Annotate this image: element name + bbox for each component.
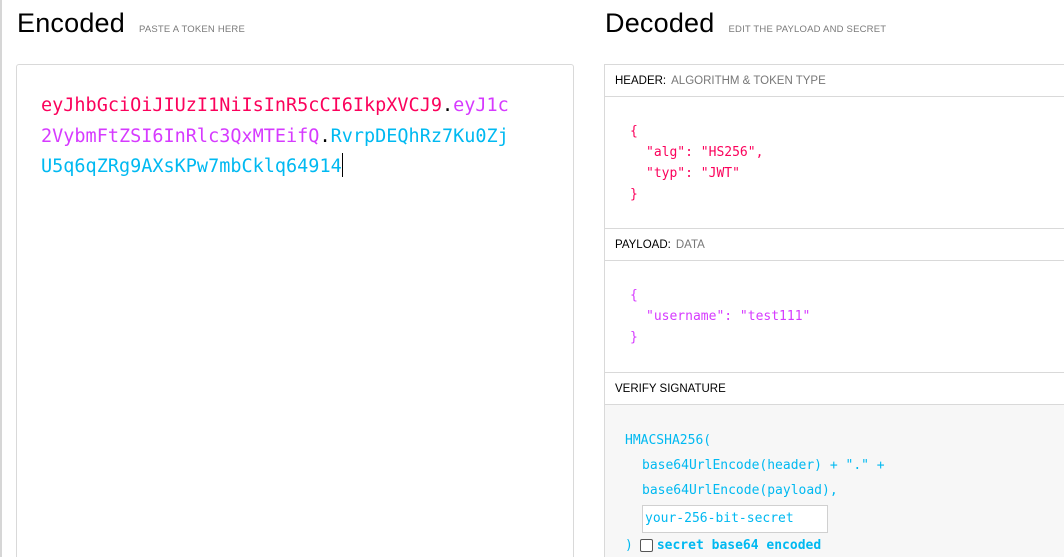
- header-open-brace: {: [630, 124, 638, 139]
- decoded-title-row: Decoded EDIT THE PAYLOAD AND SECRET: [605, 8, 886, 39]
- base64-checkbox[interactable]: [639, 539, 653, 552]
- encoded-subtitle: PASTE A TOKEN HERE: [139, 24, 246, 35]
- header-sublabel: ALGORITHM & TOKEN TYPE: [671, 74, 826, 87]
- decoded-panel: HEADER: ALGORITHM & TOKEN TYPE { "alg": …: [604, 64, 1064, 557]
- token-dot-2: .: [319, 125, 331, 147]
- token-header-part: eyJhbGciOiJIUzI1NiIsInR5cCI6IkpXVCJ9: [41, 95, 442, 116]
- decoded-subtitle: EDIT THE PAYLOAD AND SECRET: [728, 24, 887, 35]
- payload-json-editor[interactable]: { "username": "test111" }: [605, 261, 1064, 373]
- decoded-title: Decoded: [605, 8, 715, 38]
- hmac-close-paren: ): [625, 538, 633, 553]
- header-typ-line: "typ": "JWT": [646, 166, 740, 181]
- payload-section-heading: PAYLOAD: DATA: [605, 229, 1064, 261]
- verify-signature-body: HMACSHA256( base64UrlEncode(header) + ".…: [605, 405, 1064, 557]
- hmac-payload-line: base64UrlEncode(payload),: [642, 483, 838, 498]
- encoded-token-input[interactable]: eyJhbGciOiJIUzI1NiIsInR5cCI6IkpXVCJ9.eyJ…: [16, 64, 574, 557]
- header-section-heading: HEADER: ALGORITHM & TOKEN TYPE: [605, 65, 1064, 97]
- token-dot-1: .: [441, 95, 454, 116]
- header-json-editor[interactable]: { "alg": "HS256", "typ": "JWT" }: [605, 97, 1064, 229]
- verify-label: VERIFY SIGNATURE: [615, 382, 726, 395]
- secret-input[interactable]: your-256-bit-secret: [642, 505, 828, 533]
- header-close-brace: }: [630, 187, 638, 202]
- payload-label: PAYLOAD:: [615, 238, 671, 251]
- payload-username-line: "username": "test111": [646, 309, 811, 324]
- hmac-func-open: HMACSHA256(: [625, 433, 712, 448]
- payload-close-brace: }: [630, 330, 638, 345]
- token-text[interactable]: eyJhbGciOiJIUzI1NiIsInR5cCI6IkpXVCJ9.eyJ…: [41, 91, 511, 183]
- encoded-title-row: Encoded PASTE A TOKEN HERE: [17, 8, 245, 39]
- verify-section-heading: VERIFY SIGNATURE: [605, 373, 1064, 405]
- text-caret: [341, 153, 343, 177]
- hmac-close-row: ) secret base64 encoded: [625, 533, 1064, 557]
- hmac-header-line: base64UrlEncode(header) + "." +: [642, 458, 885, 473]
- jwt-debugger-page: Encoded PASTE A TOKEN HERE eyJhbGciOiJIU…: [0, 0, 1064, 557]
- header-label: HEADER:: [615, 74, 667, 87]
- encoded-title: Encoded: [17, 8, 125, 38]
- header-alg-line: "alg": "HS256",: [646, 145, 764, 160]
- left-edge-divider: [0, 0, 2, 557]
- payload-sublabel: DATA: [675, 238, 705, 251]
- payload-open-brace: {: [630, 288, 638, 303]
- base64-checkbox-label[interactable]: secret base64 encoded: [657, 533, 821, 557]
